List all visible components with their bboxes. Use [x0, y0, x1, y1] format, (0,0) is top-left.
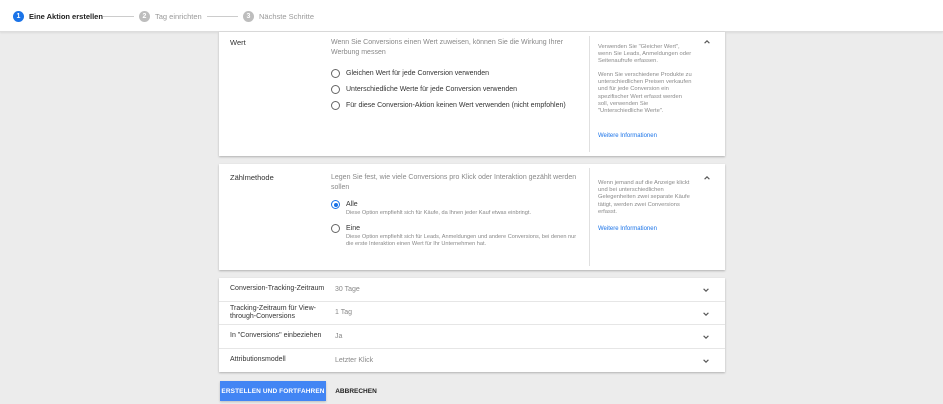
zaehlmethode-help-link[interactable]: Weitere Informationen: [598, 226, 657, 232]
wert-help-text-1: Verwenden Sie "Gleicher Wert", wenn Sie …: [598, 44, 692, 65]
radio-label: Gleichen Wert für jede Conversion verwen…: [346, 70, 490, 77]
setting-label: In "Conversions" einbeziehen: [230, 332, 322, 340]
chevron-down-icon[interactable]: [701, 309, 711, 319]
settings-list: Conversion-Tracking-Zeitraum 30 Tage Tra…: [219, 278, 725, 372]
radio-sublabel: Diese Option empfiehlt sich für Käufe, d…: [346, 210, 532, 216]
radio-button[interactable]: [331, 101, 340, 110]
chevron-down-icon[interactable]: [701, 356, 711, 366]
chevron-down-icon[interactable]: [701, 332, 711, 342]
zaehlmethode-description: Legen Sie fest, wie viele Conversions pr…: [331, 174, 577, 191]
radio-button[interactable]: [331, 69, 340, 78]
radio-different-values[interactable]: Unterschiedliche Werte für jede Conversi…: [331, 85, 517, 94]
radio-button[interactable]: [331, 85, 340, 94]
setting-row-include-conversions[interactable]: In "Conversions" einbeziehen Ja: [219, 325, 725, 349]
chevron-down-icon[interactable]: [701, 285, 711, 295]
setting-value: Letzter Klick: [335, 356, 374, 364]
radio-label: Eine: [346, 225, 361, 232]
radio-count-all[interactable]: Alle Diese Option empfiehlt sich für Käu…: [331, 200, 581, 217]
radio-count-one[interactable]: Eine Diese Option empfiehlt sich für Lea…: [331, 224, 581, 248]
setting-row-attribution-model[interactable]: Attributionsmodell Letzter Klick: [219, 349, 725, 373]
step-connector: [103, 16, 134, 17]
radio-label: Alle: [346, 201, 358, 208]
radio-sublabel: Diese Option empfiehlt sich für Leads, A…: [346, 234, 577, 248]
radio-label: Für diese Conversion-Aktion keinen Wert …: [346, 102, 566, 109]
chevron-up-icon[interactable]: [702, 37, 712, 47]
zaehlmethode-title: Zählmethode: [230, 173, 274, 182]
help-divider: [589, 168, 590, 266]
help-divider: [589, 36, 590, 152]
create-and-continue-button[interactable]: ERSTELLEN UND FORTFAHREN: [220, 381, 326, 401]
setting-row-view-through[interactable]: Tracking-Zeitraum für View-through-Conve…: [219, 302, 725, 325]
stepper-bar: 1 Eine Aktion erstellen 2 Tag einrichten…: [0, 0, 943, 32]
step-1-number: 1: [13, 10, 24, 22]
wert-card: Wert Wenn Sie Conversions einen Wert zuw…: [219, 32, 725, 156]
setting-label: Tracking-Zeitraum für View-through-Conve…: [230, 304, 316, 320]
setting-value: 30 Tage: [335, 285, 360, 293]
wert-help-link[interactable]: Weitere Informationen: [598, 133, 657, 139]
step-2-number: 2: [139, 10, 150, 22]
step-2[interactable]: 2 Tag einrichten: [139, 10, 202, 22]
zaehlmethode-card: Zählmethode Legen Sie fest, wie viele Co…: [219, 164, 725, 270]
radio-button[interactable]: [331, 224, 340, 233]
step-3-label: Nächste Schritte: [259, 11, 315, 21]
step-3[interactable]: 3 Nächste Schritte: [243, 10, 314, 22]
step-1[interactable]: 1 Eine Aktion erstellen: [13, 10, 103, 22]
step-1-label: Eine Aktion erstellen: [29, 11, 103, 21]
radio-button[interactable]: [331, 200, 340, 209]
radio-no-value[interactable]: Für diese Conversion-Aktion keinen Wert …: [331, 101, 566, 110]
step-connector: [207, 16, 238, 17]
radio-same-value[interactable]: Gleichen Wert für jede Conversion verwen…: [331, 69, 489, 78]
radio-label: Unterschiedliche Werte für jede Conversi…: [346, 86, 518, 93]
chevron-up-icon[interactable]: [702, 173, 712, 183]
wert-title: Wert: [230, 38, 246, 47]
wert-help-text-2: Wenn Sie verschiedene Produkte zu unters…: [598, 72, 692, 115]
setting-label: Conversion-Tracking-Zeitraum: [230, 285, 325, 293]
step-3-number: 3: [243, 10, 254, 22]
setting-row-tracking-period[interactable]: Conversion-Tracking-Zeitraum 30 Tage: [219, 278, 725, 302]
setting-label: Attributionsmodell: [230, 356, 286, 364]
setting-value: Ja: [335, 332, 343, 340]
setting-value: 1 Tag: [335, 309, 352, 317]
wert-description: Wenn Sie Conversions einen Wert zuweisen…: [331, 39, 564, 56]
cancel-button[interactable]: ABBRECHEN: [330, 381, 382, 401]
zaehlmethode-help-text: Wenn jemand auf die Anzeige klickt und b…: [598, 180, 690, 215]
step-2-label: Tag einrichten: [155, 11, 202, 21]
